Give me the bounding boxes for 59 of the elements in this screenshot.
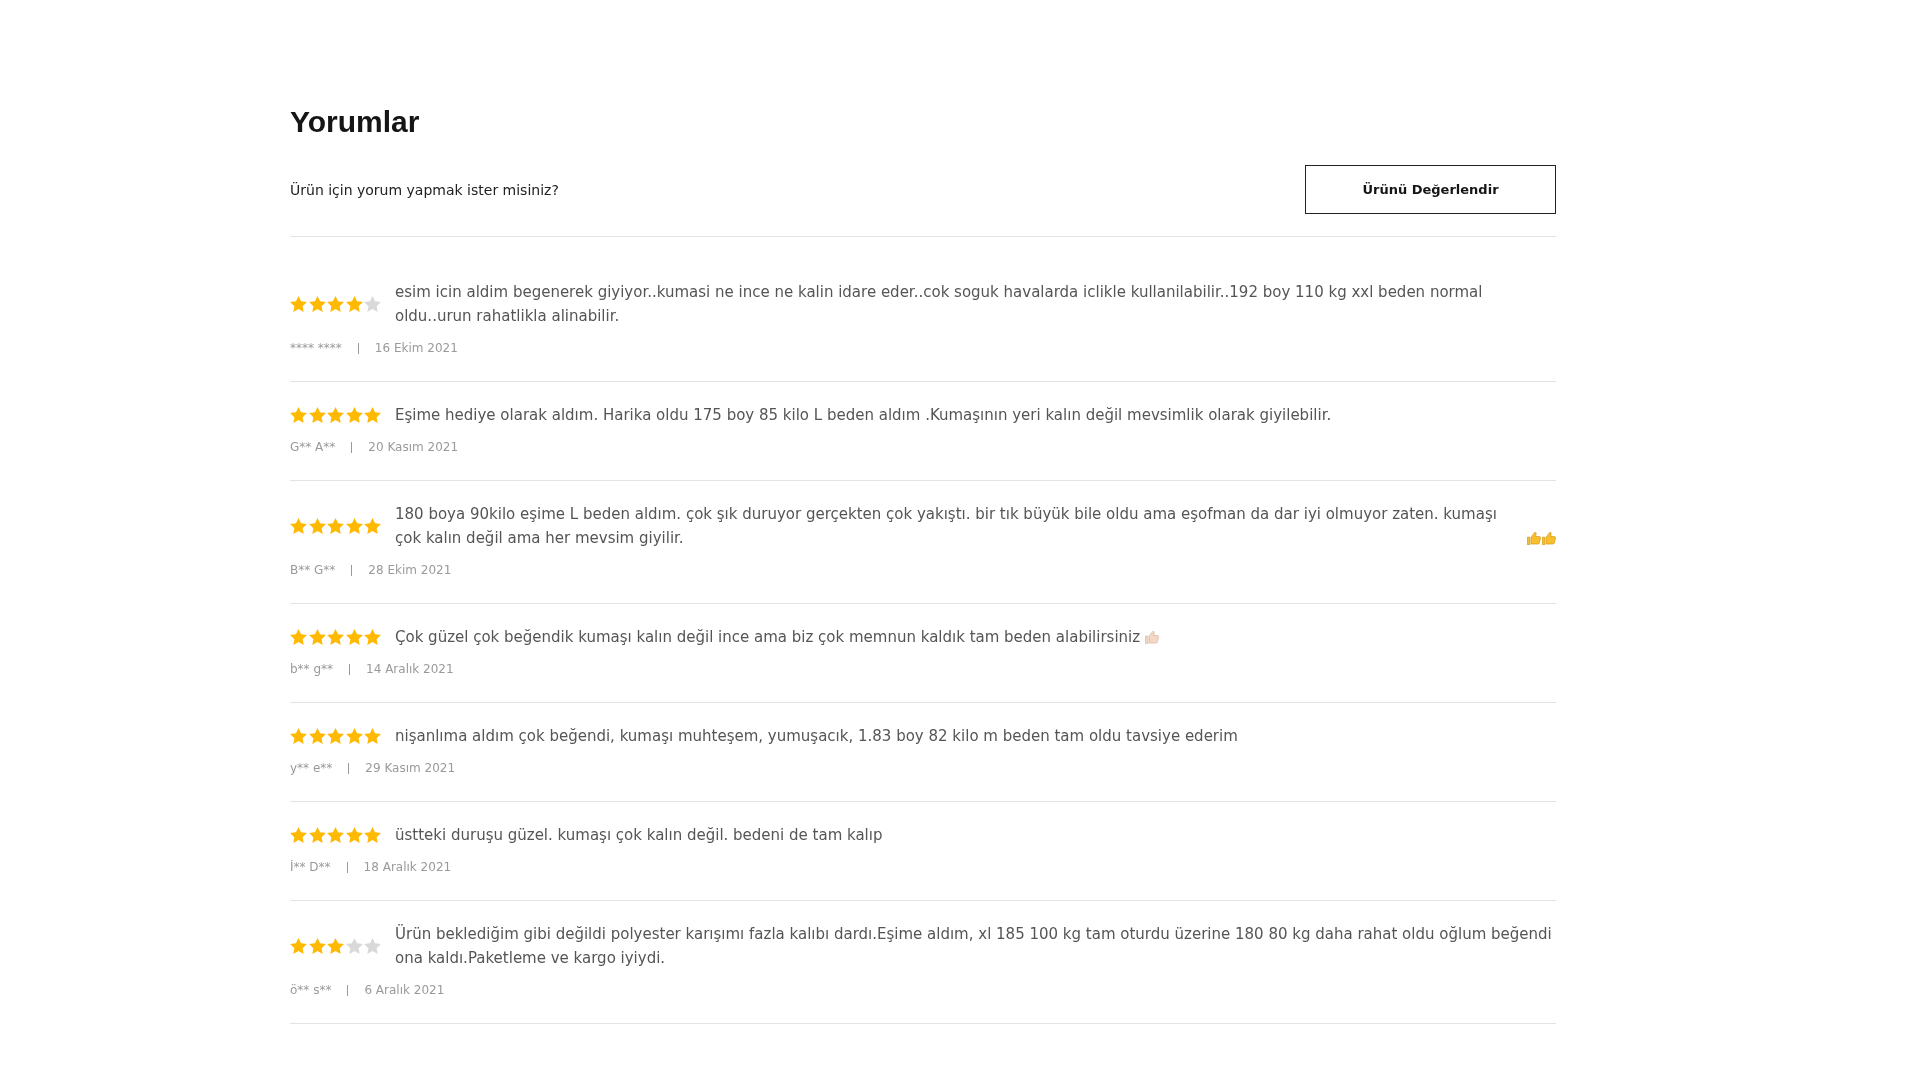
star-icon xyxy=(364,407,381,423)
star-icon xyxy=(290,407,307,423)
reviewer-name: b** g** xyxy=(290,661,334,677)
star-icon xyxy=(290,518,307,534)
rate-product-button[interactable]: Ürünü Değerlendir xyxy=(1305,165,1556,214)
review-date: 14 Aralık 2021 xyxy=(366,661,454,677)
reviewer-name: ö** s** xyxy=(290,982,332,998)
star-icon xyxy=(308,938,326,954)
star-icon xyxy=(364,629,381,645)
star-icon xyxy=(290,938,307,954)
star-icon xyxy=(345,728,363,744)
reviewer-name: y** e** xyxy=(290,760,333,776)
review-text: Ürün beklediğim gibi değildi polyester karışımı fazla kalıbı dardı.Eşime aldım, xl 185 100 kg tam oturdu üzerine 180 80 kg daha rahat oldu oğlum beğendi ona kaldı.Paketleme ve kargo iyiydi. xyxy=(395,923,1553,969)
star-icon xyxy=(290,728,307,744)
star-icon xyxy=(364,728,381,744)
thumbs-up-emoji-icon xyxy=(1527,532,1541,545)
thumbs-up-emoji-icon xyxy=(1145,631,1160,644)
thumbs-up-emoji-icon xyxy=(1542,532,1556,545)
star-icon xyxy=(308,629,326,645)
star-icon xyxy=(327,938,344,954)
reviewer-name: **** **** xyxy=(290,340,342,356)
review-text: Çok güzel çok beğendik kumaşı kalın değil ince ama biz çok memnun kaldık tam beden alabilirsiniz xyxy=(395,627,1141,648)
star-icon xyxy=(308,827,326,843)
review-date: 28 Ekim 2021 xyxy=(368,562,452,578)
review-text: 180 boya 90kilo eşime L beden aldım. çok şık duruyor gerçekten çok yakıştı. bir tık büyük bile oldu ama eşofman da dar iyi olmuyor zaten. kumaşı çok kalın değil ama her mevsim giyilir. xyxy=(395,504,1498,549)
review-text: nişanlıma aldım çok beğendi, kumaşı muhteşem, yumuşacık, 1.83 boy 82 kilo m beden tam oldu tavsiye ederim xyxy=(395,726,1238,747)
reviewer-name: B** G** xyxy=(290,562,336,578)
star-icon xyxy=(345,629,363,645)
reviewer-name: İ** D** xyxy=(290,859,331,875)
star-icon xyxy=(327,629,344,645)
star-icon xyxy=(364,827,381,843)
star-icon xyxy=(327,296,344,312)
review-date: 16 Ekim 2021 xyxy=(374,340,458,356)
star-icon xyxy=(308,407,326,423)
star-icon xyxy=(290,296,307,312)
review-date: 6 Aralık 2021 xyxy=(364,982,445,998)
star-icon xyxy=(290,827,307,843)
star-icon xyxy=(327,728,344,744)
star-icon xyxy=(308,728,326,744)
review-date: 18 Aralık 2021 xyxy=(363,859,452,875)
reviewer-name: G** A** xyxy=(290,439,336,455)
star-icon xyxy=(327,518,344,534)
section-title: Yorumlar xyxy=(290,104,420,140)
star-icon xyxy=(327,827,344,843)
star-icon xyxy=(308,296,326,312)
review-text: Eşime hediye olarak aldım. Harika oldu 175 boy 85 kilo L beden aldım .Kumaşının yeri kalın değil mevsimlik olarak giyilebilir. xyxy=(395,405,1332,426)
star-icon xyxy=(345,518,363,534)
review-date: 20 Kasım 2021 xyxy=(368,439,459,455)
star-icon xyxy=(345,296,363,312)
star-icon xyxy=(345,407,363,423)
review-text: esim icin aldim begenerek giyiyor..kumasi ne ince ne kalin idare eder..cok soguk havalarda iclikle kullanilabilir..192 boy 110 kg xxl beden normal oldu..urun rahatlikla alinabilir. xyxy=(395,282,1484,327)
star-icon xyxy=(327,407,344,423)
review-prompt: Ürün için yorum yapmak ister misiniz? xyxy=(290,180,559,200)
star-icon xyxy=(364,518,381,534)
star-icon xyxy=(308,518,326,534)
review-date: 29 Kasım 2021 xyxy=(365,760,456,776)
star-icon xyxy=(290,629,307,645)
review-text: üstteki duruşu güzel. kumaşı çok kalın değil. bedeni de tam kalıp xyxy=(395,825,883,846)
star-icon xyxy=(345,827,363,843)
